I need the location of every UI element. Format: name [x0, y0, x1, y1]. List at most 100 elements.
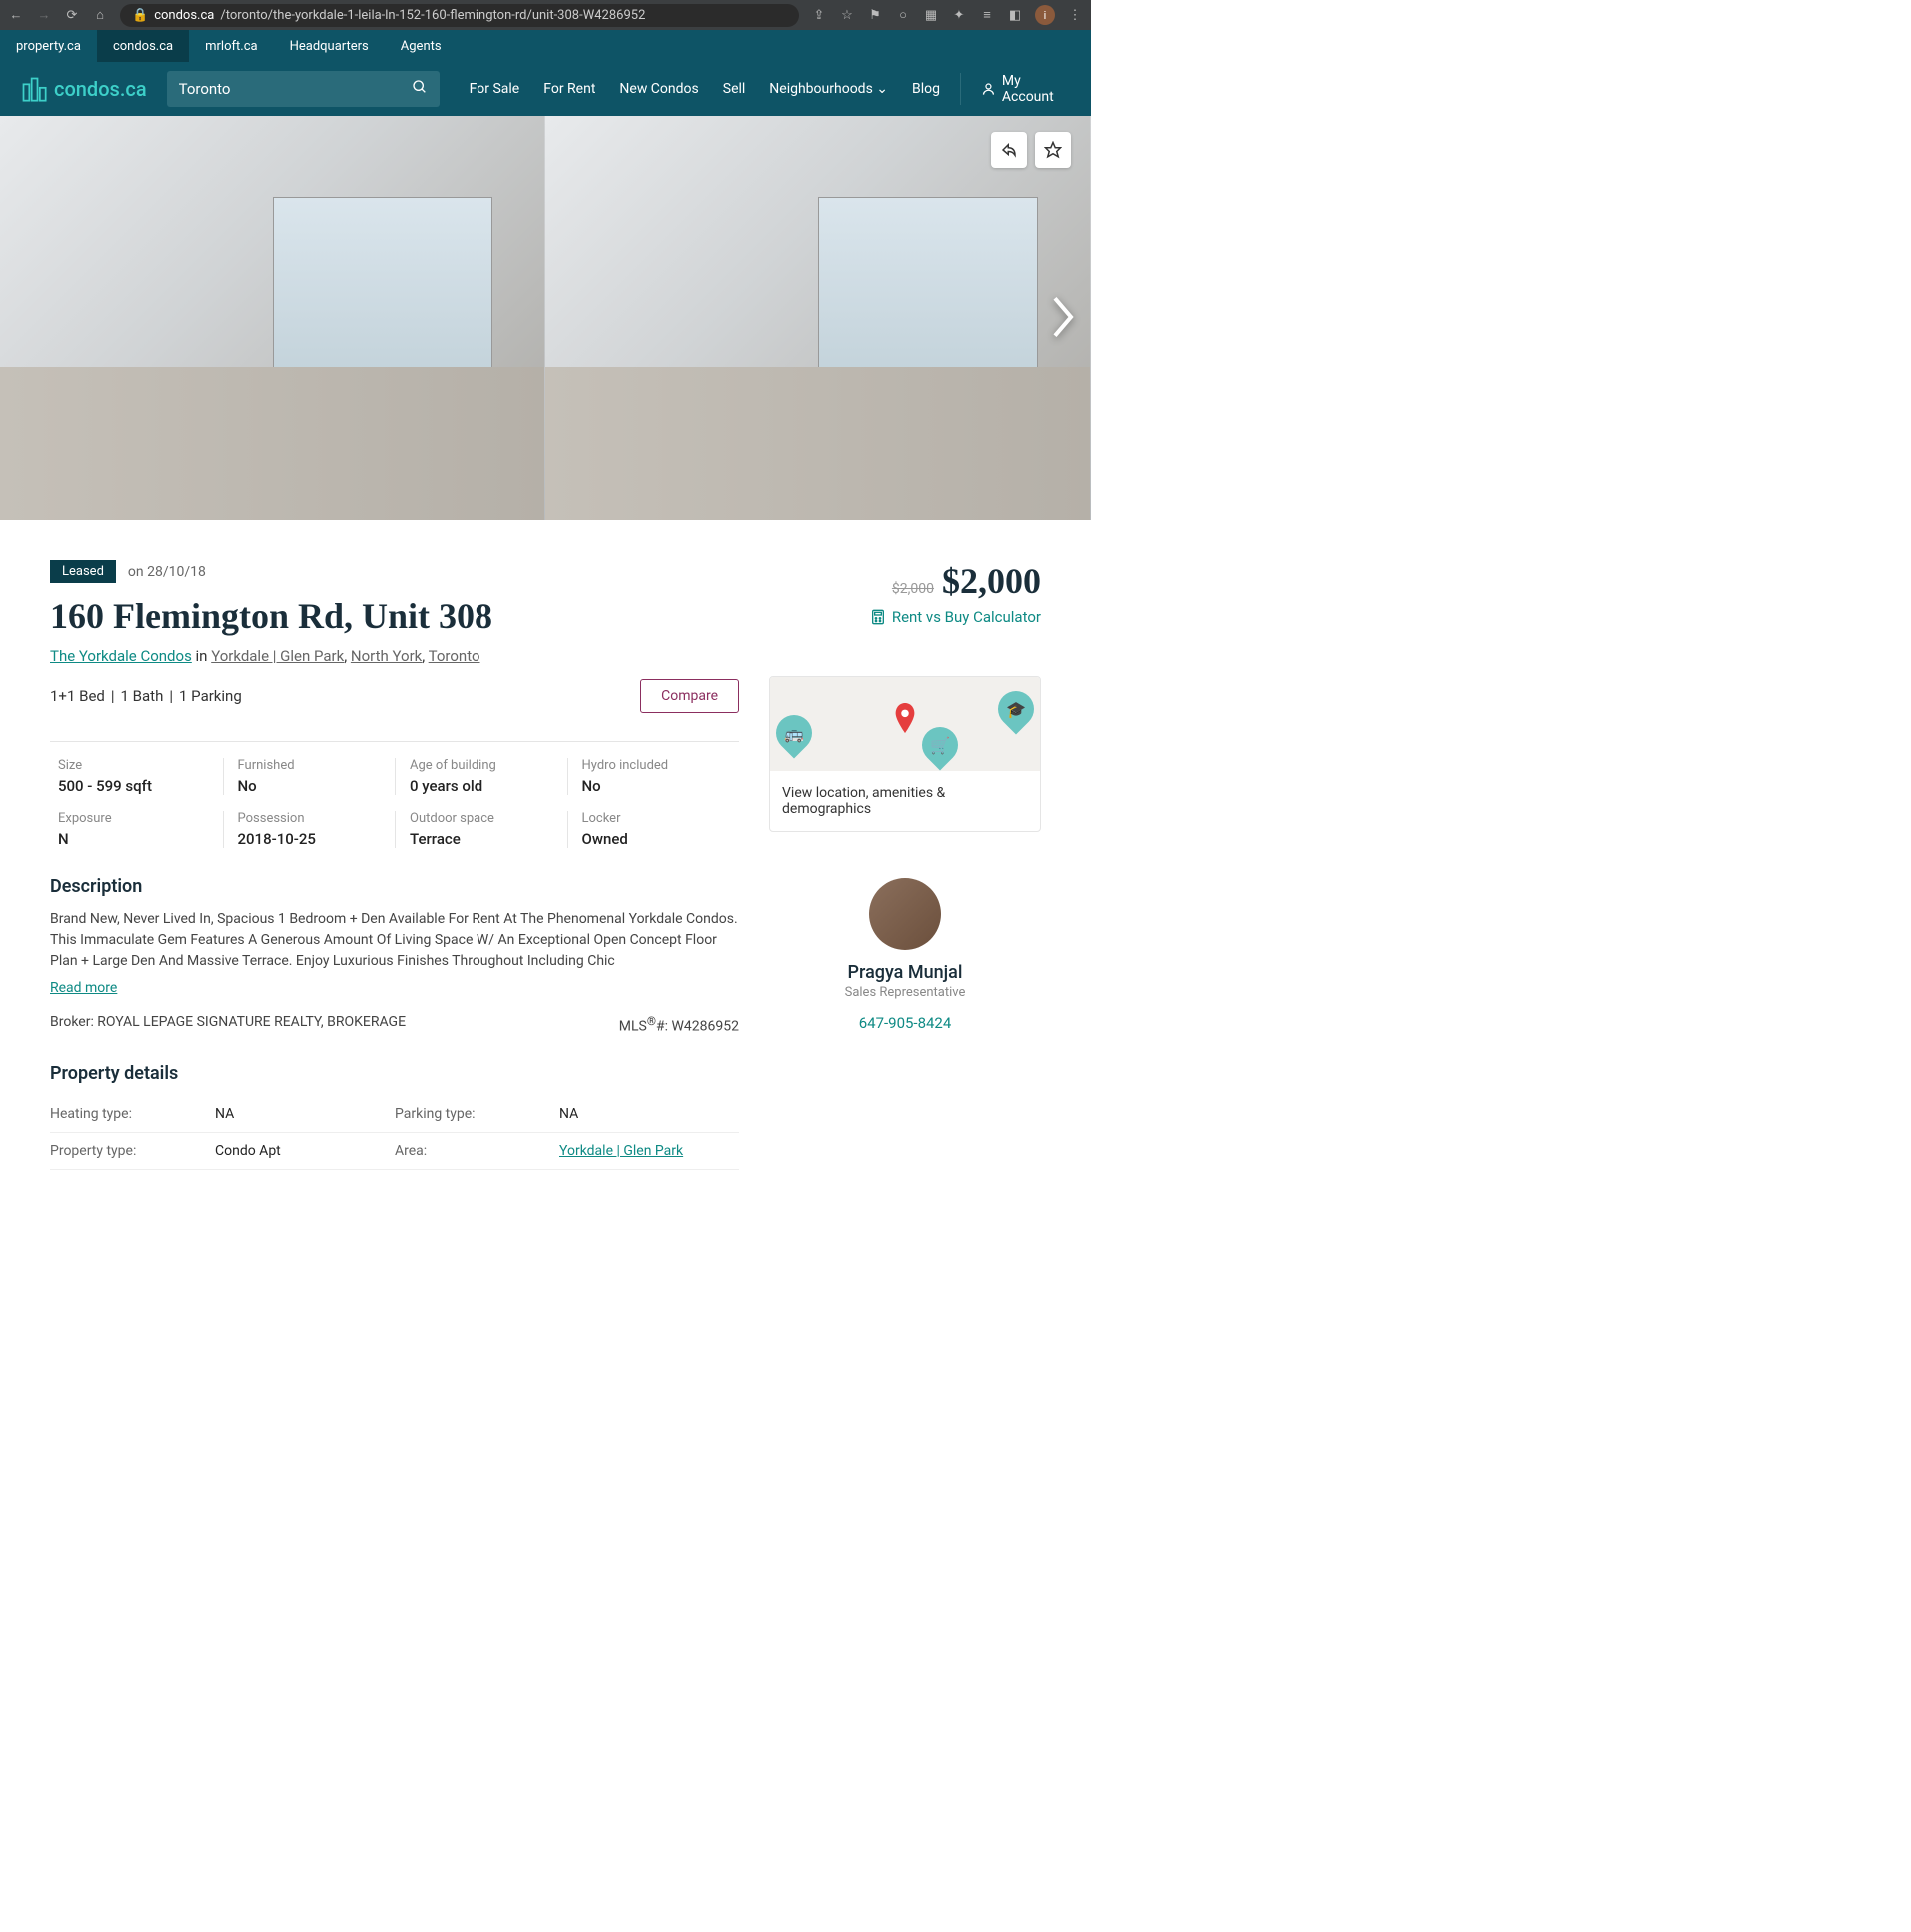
search-input[interactable] [179, 80, 412, 98]
nav-blog[interactable]: Blog [912, 81, 940, 97]
fact-exposure: ExposureN [50, 811, 223, 848]
my-account[interactable]: My Account [960, 73, 1071, 105]
circle-icon[interactable]: ○ [895, 7, 911, 23]
gallery-image-2[interactable] [545, 116, 1091, 520]
neighbourhood-link[interactable]: Yorkdale | Glen Park [211, 647, 344, 665]
details-table: Heating type:NA Parking type:NA Property… [50, 1096, 739, 1170]
logo[interactable]: condos.ca [20, 75, 147, 103]
url-domain: condos.ca [154, 8, 214, 23]
listing-content: Leased on 28/10/18 160 Flemington Rd, Un… [0, 520, 1091, 1210]
facts-grid: Size500 - 599 sqft FurnishedNo Age of bu… [50, 741, 739, 848]
tab-agents[interactable]: Agents [385, 30, 458, 62]
playlist-icon[interactable]: ≡ [979, 7, 995, 23]
share-icon[interactable]: ⇪ [811, 7, 827, 23]
baths-stat: 1 Bath [121, 687, 164, 705]
logo-text: condos.ca [54, 77, 147, 101]
browser-chrome: ← → ⟳ ⌂ 🔒 condos.ca/toronto/the-yorkdale… [0, 0, 1091, 30]
profile-avatar[interactable]: i [1035, 5, 1055, 25]
details-heading: Property details [50, 1063, 739, 1084]
area-link[interactable]: Yorkdale | Glen Park [559, 1143, 683, 1159]
nav-for-rent[interactable]: For Rent [543, 81, 595, 97]
agent-phone[interactable]: 647-905-8424 [779, 1014, 1031, 1032]
agent-avatar [869, 878, 941, 950]
reload-icon[interactable]: ⟳ [64, 7, 80, 23]
tab-mrloft[interactable]: mrloft.ca [189, 30, 273, 62]
gallery-image-1[interactable] [0, 116, 545, 520]
nav-for-sale[interactable]: For Sale [470, 81, 520, 97]
transit-pin: 🚌 [776, 715, 812, 751]
map-preview: 🚌 🛒 🎓 [770, 677, 1040, 771]
summary-stats: 1+1 Bed | 1 Bath | 1 Parking Compare [50, 679, 739, 713]
main-nav: For Sale For Rent New Condos Sell Neighb… [470, 81, 940, 97]
calculator-icon [870, 609, 886, 625]
star-icon[interactable]: ☆ [839, 7, 855, 23]
school-pin: 🎓 [998, 691, 1034, 727]
nav-sell[interactable]: Sell [723, 81, 746, 97]
building-link[interactable]: The Yorkdale Condos [50, 647, 192, 665]
read-more-link[interactable]: Read more [50, 980, 117, 996]
description-text: Brand New, Never Lived In, Spacious 1 Be… [50, 909, 739, 972]
gallery-next[interactable] [1047, 293, 1079, 345]
favourite-button[interactable] [1035, 132, 1071, 168]
fact-possession: Possession2018-10-25 [223, 811, 396, 848]
main-column: Leased on 28/10/18 160 Flemington Rd, Un… [50, 560, 739, 1170]
gallery-actions [991, 132, 1071, 168]
fact-age: Age of building0 years old [395, 758, 567, 795]
agent-role: Sales Representative [779, 985, 1031, 1000]
price-original: $2,000 [892, 581, 934, 597]
compare-button[interactable]: Compare [640, 679, 739, 713]
tab-property[interactable]: property.ca [0, 30, 97, 62]
map-card[interactable]: 🚌 🛒 🎓 View location, amenities & demogra… [769, 676, 1041, 832]
map-caption: View location, amenities & demographics [770, 771, 1040, 831]
detail-label: Area: [395, 1143, 559, 1159]
puzzle-icon[interactable]: ✦ [951, 7, 967, 23]
menu-icon[interactable]: ⋮ [1067, 7, 1083, 23]
account-label: My Account [1002, 73, 1071, 105]
shopping-pin: 🛒 [922, 727, 958, 763]
search-box[interactable] [167, 71, 440, 107]
city-link[interactable]: North York [351, 647, 422, 665]
price-current: $2,000 [942, 561, 1041, 601]
url-path: /toronto/the-yorkdale-1-leila-ln-152-160… [220, 8, 645, 23]
mls-number: MLS®#: W4286952 [619, 1014, 739, 1035]
site-header: condos.ca For Sale For Rent New Condos S… [0, 62, 1091, 116]
fact-outdoor: Outdoor spaceTerrace [395, 811, 567, 848]
location-pin-icon [890, 703, 920, 733]
nav-neighbourhoods[interactable]: Neighbourhoods ⌄ [769, 81, 888, 97]
ext1-icon[interactable]: ⚑ [867, 7, 883, 23]
listing-title: 160 Flemington Rd, Unit 308 [50, 595, 739, 637]
rent-buy-calculator[interactable]: Rent vs Buy Calculator [769, 608, 1041, 626]
fact-locker: LockerOwned [567, 811, 740, 848]
photo-gallery [0, 116, 1091, 520]
status-row: Leased on 28/10/18 [50, 560, 739, 583]
chevron-down-icon: ⌄ [876, 81, 888, 97]
parking-stat: 1 Parking [179, 687, 242, 705]
url-bar[interactable]: 🔒 condos.ca/toronto/the-yorkdale-1-leila… [120, 4, 799, 27]
status-date: on 28/10/18 [128, 564, 206, 580]
details-row: Property type:Condo Apt Area:Yorkdale | … [50, 1133, 739, 1170]
search-icon[interactable] [412, 79, 428, 99]
forward-icon[interactable]: → [36, 7, 52, 23]
detail-label: Heating type: [50, 1106, 215, 1122]
logo-icon [20, 75, 48, 103]
tab-condos[interactable]: condos.ca [97, 30, 189, 62]
detail-value: NA [215, 1106, 234, 1122]
fact-size: Size500 - 599 sqft [50, 758, 223, 795]
description-heading: Description [50, 876, 739, 897]
fact-furnished: FurnishedNo [223, 758, 396, 795]
beds-stat: 1+1 Bed [50, 687, 105, 705]
location-breadcrumb: The Yorkdale Condos in Yorkdale | Glen P… [50, 647, 739, 665]
site-tabs: property.ca condos.ca mrloft.ca Headquar… [0, 30, 1091, 62]
home-icon[interactable]: ⌂ [92, 7, 108, 23]
province-link[interactable]: Toronto [429, 647, 480, 665]
share-button[interactable] [991, 132, 1027, 168]
nav-new-condos[interactable]: New Condos [619, 81, 698, 97]
broker-row: Broker: ROYAL LEPAGE SIGNATURE REALTY, B… [50, 1014, 739, 1035]
price-block: $2,000 $2,000 [769, 560, 1041, 602]
back-icon[interactable]: ← [8, 7, 24, 23]
ext2-icon[interactable]: ▦ [923, 7, 939, 23]
tab-headquarters[interactable]: Headquarters [274, 30, 385, 62]
side-column: $2,000 $2,000 Rent vs Buy Calculator 🚌 🛒… [769, 560, 1041, 1170]
panel-icon[interactable]: ◧ [1007, 7, 1023, 23]
details-row: Heating type:NA Parking type:NA [50, 1096, 739, 1133]
